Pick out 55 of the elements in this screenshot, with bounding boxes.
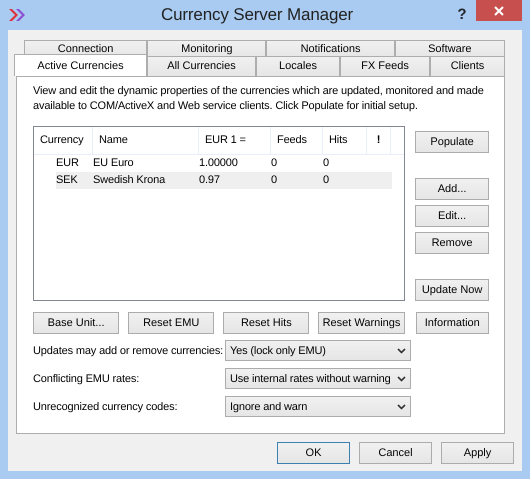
- table-cell-text: 0: [323, 173, 330, 188]
- dropdown[interactable]: Use internal rates without warning: [225, 368, 411, 390]
- table-cell-text: EU Euro: [93, 156, 135, 171]
- column-header[interactable]: EUR 1 =: [199, 127, 271, 154]
- dropdown-value: Use internal rates without warning: [230, 372, 391, 386]
- setting-label: Conflicting EMU rates:: [33, 372, 140, 386]
- action-button[interactable]: Base Unit...: [33, 312, 120, 334]
- dropdown[interactable]: Yes (lock only EMU): [225, 340, 411, 362]
- chevron-icon: [397, 376, 406, 382]
- dropdown-value: Yes (lock only EMU): [230, 344, 326, 358]
- side-button[interactable]: Edit...: [415, 205, 489, 227]
- chevron-icon: [397, 404, 406, 410]
- column-header[interactable]: Name: [93, 127, 199, 154]
- tab[interactable]: Active Currencies: [14, 54, 147, 76]
- setting-label: Unrecognized currency codes:: [33, 400, 178, 414]
- table-row[interactable]: EUR EU Euro 1.00000 0 0: [56, 155, 392, 172]
- table-cell-text: 0: [323, 156, 330, 171]
- action-button[interactable]: Reset Hits: [223, 312, 310, 334]
- chevron-icon: [397, 348, 406, 354]
- currency-list[interactable]: Currency Name EUR 1 = Feeds Hits ! EUR EU Euro 1.00000 0 0 SEK Swedish Krona 0.97 0 0: [33, 126, 406, 301]
- side-button[interactable]: Update Now: [415, 279, 489, 301]
- table-cell-text: 0: [271, 173, 278, 188]
- setting-label: Updates may add or remove currencies:: [33, 344, 224, 358]
- help-button[interactable]: ?: [448, 4, 476, 26]
- table-cell-text: EUR: [56, 156, 80, 171]
- side-button[interactable]: Add...: [415, 178, 489, 200]
- dialog-button[interactable]: OK: [277, 442, 350, 464]
- tab[interactable]: All Currencies: [147, 56, 256, 76]
- column-header[interactable]: Feeds: [271, 127, 323, 154]
- description-text: View and edit the dynamic properties of the currencies which are updated, monitored and made available to COM/ActiveX and Web service clients. Click Populate for initial setup.: [33, 84, 485, 114]
- column-header[interactable]: Currency: [34, 127, 93, 154]
- close-icon: [494, 6, 504, 16]
- close-button[interactable]: [476, 0, 522, 21]
- table-cell-text: 1.00000: [199, 156, 239, 171]
- dialog-button[interactable]: Cancel: [359, 442, 432, 464]
- table-cell-text: 0.97: [199, 173, 221, 188]
- table-cell-text: Swedish Krona: [93, 173, 166, 188]
- tab[interactable]: Clients: [430, 56, 505, 76]
- app-icon: [8, 8, 26, 22]
- dropdown[interactable]: Ignore and warn: [225, 396, 411, 418]
- window-title: Currency Server Manager: [160, 4, 354, 26]
- table-row[interactable]: SEK Swedish Krona 0.97 0 0: [56, 172, 392, 189]
- side-button[interactable]: Populate: [415, 131, 489, 153]
- dropdown-value: Ignore and warn: [230, 400, 308, 414]
- column-header[interactable]: !: [367, 127, 391, 154]
- action-button[interactable]: Reset Warnings: [318, 312, 405, 334]
- table-cell-text: 0: [271, 156, 278, 171]
- action-button[interactable]: Information: [416, 312, 489, 334]
- action-button[interactable]: Reset EMU: [128, 312, 214, 334]
- tab[interactable]: FX Feeds: [340, 56, 430, 76]
- side-button[interactable]: Remove: [415, 232, 489, 254]
- dialog-button[interactable]: Apply: [441, 442, 514, 464]
- column-header[interactable]: Hits: [323, 127, 367, 154]
- tab[interactable]: Locales: [256, 56, 340, 76]
- table-cell-text: SEK: [56, 173, 79, 188]
